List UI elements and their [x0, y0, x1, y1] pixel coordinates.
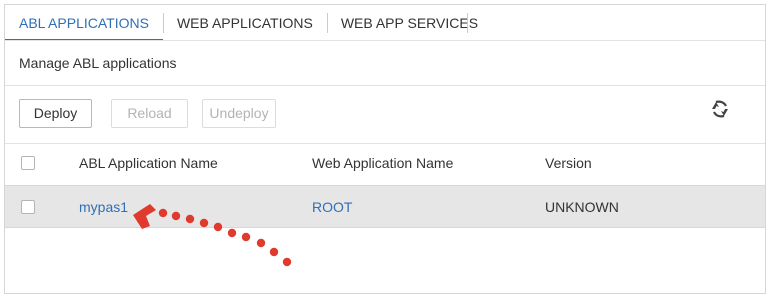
tab-bar: ABL APPLICATIONS WEB APPLICATIONS WEB AP… — [5, 5, 492, 41]
page-subtitle: Manage ABL applications — [19, 55, 177, 71]
subtitle-divider — [5, 85, 765, 86]
undeploy-button[interactable]: Undeploy — [202, 99, 276, 128]
toolbar-divider — [5, 143, 765, 144]
reload-button[interactable]: Reload — [111, 99, 188, 128]
web-application-link[interactable]: ROOT — [312, 199, 352, 215]
column-header-abl-application-name[interactable]: ABL Application Name — [79, 155, 218, 171]
tab-abl-applications[interactable]: ABL APPLICATIONS — [5, 5, 163, 41]
version-value: UNKNOWN — [545, 199, 619, 215]
abl-applications-panel: ABL APPLICATIONS WEB APPLICATIONS WEB AP… — [4, 4, 766, 294]
abl-application-link[interactable]: mypas1 — [79, 199, 128, 215]
column-header-version[interactable]: Version — [545, 155, 592, 171]
deploy-button[interactable]: Deploy — [19, 99, 92, 128]
tab-bar-divider — [5, 40, 765, 41]
refresh-arrows-icon[interactable] — [709, 98, 731, 120]
tab-web-applications[interactable]: WEB APPLICATIONS — [162, 5, 327, 41]
row-checkbox[interactable] — [21, 200, 35, 214]
tab-bar-end-divider — [467, 13, 468, 33]
column-header-web-application-name[interactable]: Web Application Name — [312, 155, 453, 171]
select-all-checkbox[interactable] — [21, 156, 35, 170]
